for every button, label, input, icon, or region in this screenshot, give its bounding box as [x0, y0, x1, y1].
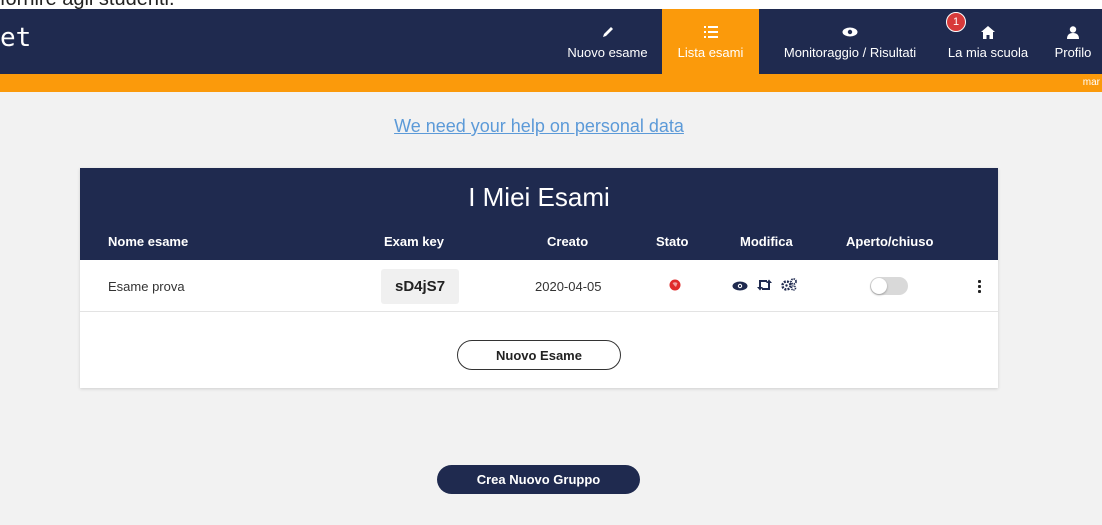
col-exam-key: Exam key [384, 234, 444, 249]
table-row: Esame prova sD4jS7 2020-04-05 [80, 260, 998, 312]
view-eye-icon[interactable] [732, 279, 748, 294]
toggle-knob [871, 278, 887, 294]
exams-card: I Miei Esami Nome esame Exam key Creato … [80, 168, 998, 388]
open-closed-toggle[interactable] [870, 277, 908, 295]
eye-icon [842, 23, 858, 41]
notification-badge: 1 [946, 12, 966, 32]
col-aperto-chiuso: Aperto/chiuso [846, 234, 934, 249]
retweet-icon[interactable] [756, 279, 773, 294]
col-stato: Stato [656, 234, 689, 249]
personal-data-help-link[interactable]: We need your help on personal data [0, 116, 1078, 137]
nav-la-mia-scuola[interactable]: 1 La mia scuola [938, 9, 1038, 74]
list-icon [703, 23, 718, 41]
exams-card-header: I Miei Esami Nome esame Exam key Creato … [80, 168, 998, 260]
nuovo-esame-button[interactable]: Nuovo Esame [457, 340, 621, 370]
orange-subbar: mar [0, 74, 1102, 92]
crea-nuovo-gruppo-button[interactable]: Crea Nuovo Gruppo [437, 465, 640, 494]
col-creato: Creato [547, 234, 589, 249]
nav-nuovo-esame[interactable]: Nuovo esame [555, 9, 660, 74]
pencil-icon [601, 23, 615, 41]
col-nome-esame: Nome esame [108, 234, 189, 249]
col-modifica: Modifica [740, 234, 793, 249]
nav-monitoraggio-risultati[interactable]: Monitoraggio / Risultati [765, 9, 935, 74]
brand-logo[interactable]: et [0, 23, 31, 53]
top-clipped-text: fornire agli studenti. [0, 0, 1102, 9]
exam-name: Esame prova [108, 278, 185, 294]
user-icon [1067, 23, 1079, 41]
card-title: I Miei Esami [468, 182, 610, 212]
top-navbar: et Nuovo esame Lista esami Monitoraggio … [0, 9, 1102, 74]
home-icon [981, 23, 995, 41]
exam-key-value: sD4jS7 [381, 268, 460, 304]
nav-profilo[interactable]: Profilo [1044, 9, 1102, 74]
settings-gears-icon[interactable] [781, 278, 797, 294]
status-closed-icon [669, 279, 681, 294]
more-options-icon[interactable] [978, 279, 981, 293]
nav-lista-esami[interactable]: Lista esami [662, 9, 759, 74]
exam-created-date: 2020-04-05 [535, 278, 602, 294]
